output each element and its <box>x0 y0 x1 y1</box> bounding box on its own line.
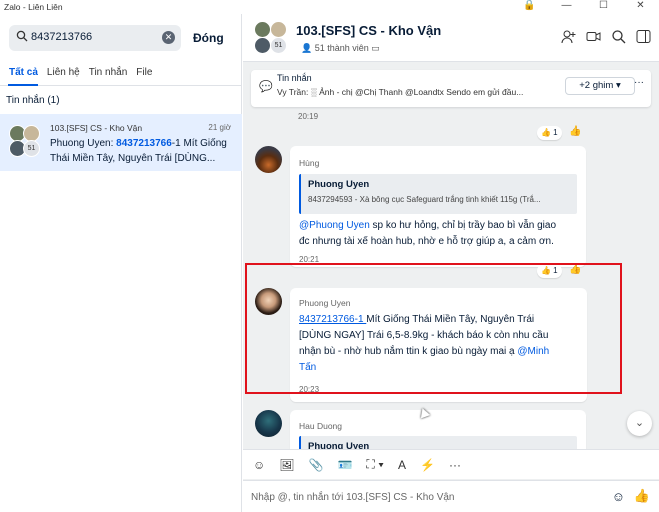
member-count-badge: 51 <box>23 140 40 157</box>
active-tab-indicator <box>8 84 38 86</box>
search-chat-icon[interactable] <box>611 29 626 44</box>
emoji-icon[interactable]: ☺ <box>612 489 625 504</box>
window-title: Zalo - Liên Liên <box>4 2 63 12</box>
result-time: 21 giờ <box>208 123 231 132</box>
video-call-icon[interactable] <box>586 29 601 44</box>
quote-text: 8437294593 - Xà bông cục Safeguard trắng… <box>308 195 541 204</box>
chat-header: 51 103.[SFS] CS - Kho Vận 👤 51 thành viê… <box>243 14 659 62</box>
pinned-message-bar[interactable]: 💬 Tin nhắn Vy Trần: ░ Ảnh - chị @Chị Tha… <box>251 70 651 107</box>
prev-message-time: 20:19 <box>298 112 319 121</box>
chat-title[interactable]: 103.[SFS] CS - Kho Vận <box>296 23 441 38</box>
tab-contacts[interactable]: Liên hệ <box>47 67 80 78</box>
tab-files[interactable]: File <box>136 67 152 78</box>
quick-message-icon[interactable]: ⚡ <box>420 458 435 472</box>
quick-like-icon[interactable]: 👍 <box>634 488 650 504</box>
more-options-icon[interactable]: ··· <box>634 77 644 88</box>
scroll-down-button[interactable]: ⌄ <box>627 411 652 436</box>
member-count[interactable]: 👤 51 thành viên ▭ <box>301 43 380 54</box>
avatar-hau-duong[interactable] <box>255 410 282 437</box>
image-icon[interactable]: 🖼 <box>279 458 294 472</box>
maximize-button[interactable]: ☐ <box>585 0 622 14</box>
search-value[interactable]: 8437213766 <box>31 31 92 43</box>
quoted-message[interactable]: Phuong Uyen <box>299 436 577 449</box>
composer-toolbar: ☺ 🖼 📎 🪪 ⛶ ▾ A ⚡ ··· <box>243 449 659 479</box>
group-avatar: 51 <box>9 125 41 157</box>
close-window-button[interactable]: ✕ <box>622 0 659 14</box>
contact-card-icon[interactable]: 🪪 <box>337 458 352 472</box>
result-group-name: 103.[SFS] CS - Kho Vận <box>50 123 143 133</box>
message-text: @Phuong Uyen sp ko hư hỏng, chỉ bị trầy … <box>299 220 557 247</box>
screenshot-icon[interactable]: ⛶ ▾ <box>366 457 384 472</box>
quote-author: Phuong Uyen <box>308 441 370 449</box>
result-snippet: Phuong Uyen: 8437213766-1 Mít Giống Thái… <box>50 138 227 164</box>
search-input[interactable]: 8437213766 ✕ <box>9 25 181 51</box>
search-result-item[interactable]: 51 103.[SFS] CS - Kho Vận 21 giờ Phuong … <box>0 114 242 171</box>
highlight-box <box>245 263 622 394</box>
close-search-button[interactable]: Đóng <box>193 31 224 45</box>
pinned-label: Tin nhắn <box>277 73 312 83</box>
pinned-text: Vy Trần: ░ Ảnh - chị @Chị Thanh @Loandtx… <box>277 87 524 97</box>
chat-bubble-icon: 💬 <box>259 81 273 93</box>
like-icon[interactable]: 👍 <box>569 126 581 137</box>
tab-messages[interactable]: Tin nhắn <box>89 67 128 78</box>
tab-all[interactable]: Tất cả <box>9 67 38 78</box>
message-input-placeholder[interactable]: Nhập @, tin nhắn tới 103.[SFS] CS - Kho … <box>251 492 454 503</box>
search-icon <box>16 30 28 42</box>
message-bubble-hau-duong[interactable]: Hau Duong Phuong Uyen <box>290 410 586 449</box>
reaction-badge[interactable]: 👍 1 <box>537 126 562 140</box>
sidebar-toggle-icon[interactable] <box>636 29 651 44</box>
attachment-icon[interactable]: 📎 <box>309 458 324 472</box>
sender-name: Hùng <box>299 158 320 168</box>
quote-author: Phuong Uyen <box>308 179 370 190</box>
quoted-message[interactable]: Phuong Uyen 8437294593 - Xà bông cục Saf… <box>299 174 577 214</box>
sticker-icon[interactable]: ☺ <box>253 458 265 472</box>
left-panel: 8437213766 ✕ Đóng Tất cả Liên hệ Tin nhắ… <box>0 14 242 512</box>
avatar-hung[interactable] <box>255 146 282 173</box>
pinned-count-button[interactable]: +2 ghim ▾ <box>565 77 635 95</box>
add-member-icon[interactable] <box>561 29 576 44</box>
lock-icon[interactable]: 🔒 <box>511 0 548 14</box>
section-title: Tin nhắn (1) <box>6 95 60 106</box>
text-format-icon[interactable]: A <box>398 458 406 472</box>
message-bubble-hung[interactable]: Hùng Phuong Uyen 8437294593 - Xà bông cụ… <box>290 146 586 267</box>
more-actions-icon[interactable]: ··· <box>449 458 461 472</box>
title-bar: Zalo - Liên Liên 🔒 — ☐ ✕ <box>0 0 659 14</box>
chat-group-avatar[interactable]: 51 <box>254 21 288 55</box>
minimize-button[interactable]: — <box>548 0 585 14</box>
chat-member-badge: 51 <box>270 37 287 54</box>
sender-name: Hau Duong <box>299 421 343 431</box>
clear-search-icon[interactable]: ✕ <box>162 31 175 44</box>
message-input[interactable]: Nhập @, tin nhắn tới 103.[SFS] CS - Kho … <box>243 480 659 512</box>
